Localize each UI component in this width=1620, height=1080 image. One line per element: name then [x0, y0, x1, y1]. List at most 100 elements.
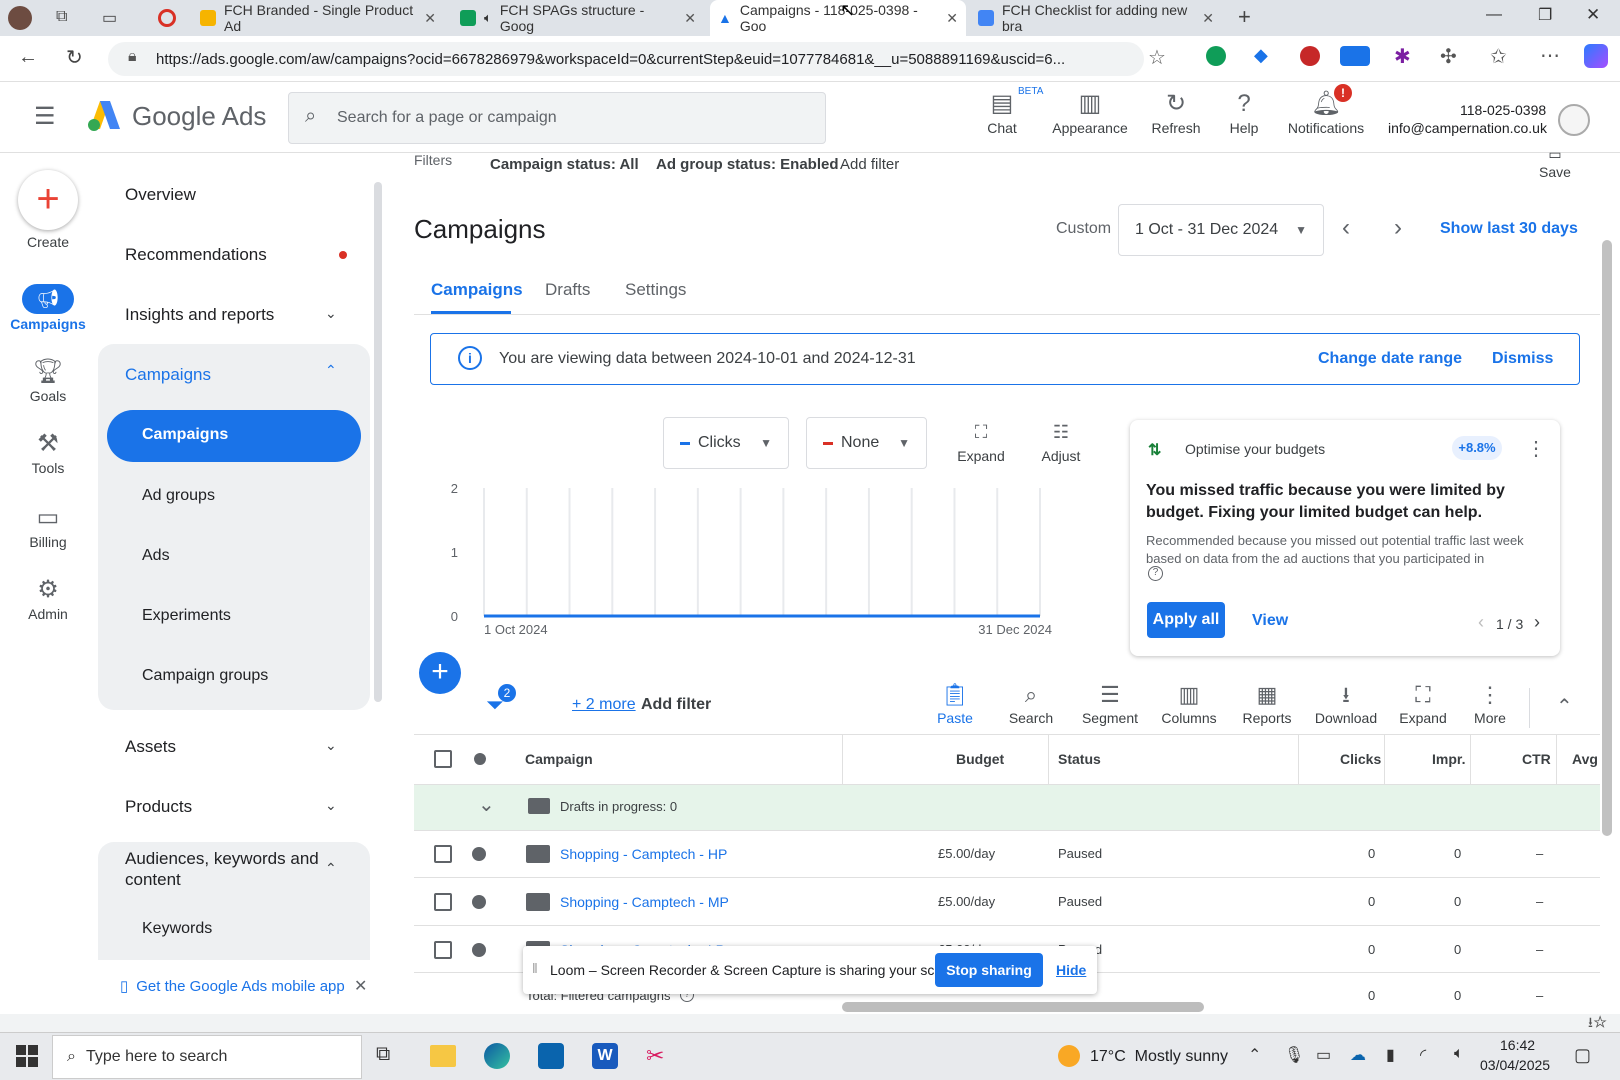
rail-goals[interactable]: 🏆︎ Goals	[0, 356, 96, 404]
reports-button[interactable]: ▦ Reports	[1232, 680, 1302, 726]
browser-tab-3-active[interactable]: ▲ Campaigns - 118-025-0398 - Goo ✕	[710, 0, 966, 36]
browser-tab-1[interactable]: FCH Branded - Single Product Ad ✕	[192, 0, 444, 36]
mobile-app-promo[interactable]: ▯ Get the Google Ads mobile app	[98, 966, 370, 1006]
nav-recommendations[interactable]: Recommendations	[125, 245, 267, 265]
col-budget-header[interactable]: Budget	[956, 751, 1004, 767]
chevron-down-icon[interactable]: ⌄	[325, 797, 337, 814]
paused-status-icon[interactable]	[472, 943, 486, 957]
paste-button[interactable]: 📋︎ Paste	[920, 680, 990, 726]
tab-actions-icon[interactable]: ▭	[102, 8, 117, 28]
chart-expand-button[interactable]: ⛶ Expand	[950, 422, 1012, 464]
extension-redir-icon[interactable]	[1340, 46, 1370, 66]
new-tab-icon[interactable]: +	[1238, 4, 1251, 30]
col-clicks-header[interactable]: Clicks	[1340, 751, 1381, 767]
rail-tools[interactable]: ⚒ Tools	[0, 428, 96, 476]
minimize-icon[interactable]: —	[1486, 6, 1502, 24]
notifications-button[interactable]: 🔔︎ Notifications !	[1276, 84, 1376, 136]
dismiss-link[interactable]: Dismiss	[1492, 350, 1553, 368]
close-promo-icon[interactable]: ✕	[354, 976, 367, 996]
back-icon[interactable]: ←	[18, 46, 38, 69]
outlook-icon[interactable]	[538, 1043, 564, 1069]
extensions-puzzle-icon[interactable]: ✣	[1440, 44, 1457, 69]
nav-experiments[interactable]: Experiments	[142, 607, 231, 625]
metric-2-select[interactable]: None ▼	[806, 417, 927, 469]
menu-icon[interactable]: ☰	[34, 102, 56, 131]
budget-cell[interactable]: £5.00/day	[938, 894, 995, 909]
download-button[interactable]: ⭳ Download	[1310, 680, 1382, 726]
browser-tab-4[interactable]: FCH Checklist for adding new bra ✕	[970, 0, 1222, 36]
google-ads-logo[interactable]	[86, 99, 122, 133]
page-vertical-scrollbar[interactable]	[1602, 240, 1612, 836]
close-icon[interactable]: ✕	[946, 10, 958, 27]
nav-products[interactable]: Products	[125, 797, 192, 817]
nav-campaigns-group[interactable]: Campaigns	[125, 365, 211, 385]
save-button[interactable]: ▭ Save	[1530, 146, 1580, 180]
maximize-icon[interactable]: ❐	[1538, 5, 1552, 25]
change-date-range-link[interactable]: Change date range	[1318, 350, 1462, 368]
nav-assets[interactable]: Assets	[125, 737, 176, 757]
task-view-icon[interactable]: ⧉	[376, 1043, 390, 1066]
account-avatar[interactable]	[1558, 104, 1590, 136]
volume-icon[interactable]: 🔈︎	[1454, 1045, 1464, 1063]
address-bar[interactable]: 🔒︎ https://ads.google.com/aw/campaigns?o…	[108, 42, 1144, 76]
close-icon[interactable]: ✕	[424, 10, 436, 27]
nav-ad-groups[interactable]: Ad groups	[142, 487, 215, 505]
date-range-picker[interactable]: 1 Oct - 31 Dec 2024 ▼	[1118, 204, 1324, 256]
ad-group-status-filter[interactable]: Ad group status: Enabled	[656, 156, 839, 173]
create-button[interactable]: +	[18, 170, 78, 230]
nav-scrollbar[interactable]	[374, 182, 382, 702]
reload-icon[interactable]: ↻	[66, 45, 83, 70]
battery-tray-icon[interactable]: ▭	[1316, 1045, 1331, 1065]
add-campaign-button[interactable]: +	[419, 652, 461, 694]
col-ctr-header[interactable]: CTR	[1522, 751, 1551, 767]
rail-admin[interactable]: ⚙ Admin	[0, 574, 96, 622]
edge-icon[interactable]	[484, 1043, 510, 1069]
more-vert-icon[interactable]: ⋮	[1526, 436, 1546, 461]
drafts-expand-chevron-icon[interactable]: ⌄	[478, 792, 495, 817]
favorites-icon[interactable]: ✩	[1490, 44, 1507, 69]
workspaces-icon[interactable]: ⧉	[56, 8, 67, 26]
close-window-icon[interactable]: ✕	[1586, 5, 1600, 25]
word-icon[interactable]: W	[592, 1043, 618, 1069]
windows-start-icon[interactable]	[16, 1045, 38, 1067]
site-info-icon[interactable]: 🔒︎	[128, 48, 137, 66]
columns-button[interactable]: ▥ Columns	[1154, 680, 1224, 726]
extension-1-icon[interactable]	[1206, 46, 1226, 66]
copilot-icon[interactable]	[1584, 44, 1608, 68]
weather-text[interactable]: 17°C Mostly sunny	[1090, 1048, 1228, 1066]
collapse-chevron-icon[interactable]: ⌃	[1556, 694, 1573, 719]
campaign-name-link[interactable]: Shopping - Camptech - HP	[560, 846, 727, 862]
rail-campaigns[interactable]: 📢︎ Campaigns	[0, 284, 96, 332]
close-icon[interactable]: ✕	[1202, 10, 1214, 27]
help-circle-icon[interactable]: ?	[1148, 566, 1163, 581]
more-filters-link[interactable]: + 2 more	[572, 696, 636, 714]
usb-icon[interactable]: ▮	[1386, 1045, 1395, 1065]
clock-time[interactable]: 16:42	[1500, 1037, 1535, 1053]
more-button[interactable]: ⋮ More	[1455, 680, 1525, 726]
chevron-down-icon[interactable]: ⌄	[325, 737, 337, 754]
tab-drafts[interactable]: Drafts	[545, 280, 590, 300]
microphone-icon[interactable]: 🎙︎	[1284, 1045, 1304, 1065]
view-recommendation-link[interactable]: View	[1252, 612, 1288, 630]
tray-chevron-icon[interactable]: ⌃	[1248, 1045, 1261, 1065]
chevron-up-icon[interactable]: ⌃	[325, 362, 337, 379]
nav-overview[interactable]: Overview	[125, 185, 196, 205]
col-impr-header[interactable]: Impr.	[1432, 751, 1465, 767]
recommendation-next-icon[interactable]: ›	[1534, 612, 1540, 633]
appearance-button[interactable]: ▥ Appearance	[1050, 88, 1130, 136]
add-filter-link[interactable]: Add filter	[840, 156, 899, 173]
table-add-filter-link[interactable]: Add filter	[641, 696, 711, 714]
col-campaign-header[interactable]: Campaign	[525, 751, 593, 767]
row-checkbox[interactable]	[434, 845, 452, 863]
table-expand-button[interactable]: ⛶ Expand	[1388, 680, 1458, 726]
stop-sharing-button[interactable]: Stop sharing	[935, 953, 1043, 987]
nav-insights[interactable]: Insights and reports	[125, 305, 274, 325]
taskbar-search-input[interactable]: ⌕ Type here to search	[52, 1035, 362, 1079]
extension-5-icon[interactable]: ✱	[1394, 44, 1411, 69]
show-last-30-days-link[interactable]: Show last 30 days	[1440, 220, 1578, 238]
budget-cell[interactable]: £5.00/day	[938, 846, 995, 861]
tab-settings[interactable]: Settings	[625, 280, 686, 300]
browser-tab-2[interactable]: 🔈︎ FCH SPAGs structure - Goog ✕	[452, 0, 704, 36]
speaker-icon[interactable]: 🔈︎	[484, 10, 492, 26]
paused-status-icon[interactable]	[472, 895, 486, 909]
